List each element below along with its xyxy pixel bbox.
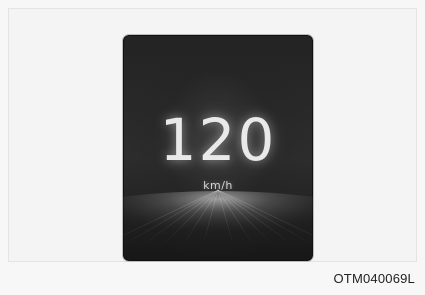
speed-unit: km/h <box>203 179 233 192</box>
speed-display-panel: 120 km/h <box>123 35 313 261</box>
figure-code: OTM040069L <box>333 271 415 286</box>
speed-value: 120 <box>159 106 277 174</box>
